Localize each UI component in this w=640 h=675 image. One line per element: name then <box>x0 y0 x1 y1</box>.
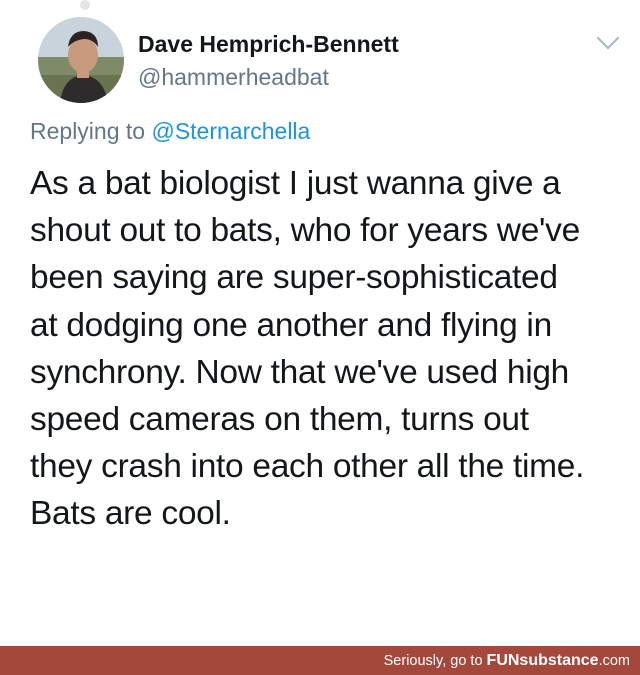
tweet-text: As a bat biologist I just wanna give a s… <box>30 160 630 538</box>
decorative-dot <box>80 0 90 10</box>
user-handle[interactable]: @hammerheadbat <box>138 64 329 91</box>
chevron-down-icon[interactable] <box>596 35 620 51</box>
replying-to-label: Replying to <box>30 118 152 144</box>
watermark-bar: Seriously, go to FUNsubstance.com <box>0 646 640 675</box>
tweet-text-line: As a bat biologist I just wanna give a <box>30 165 561 202</box>
reply-mention-link[interactable]: @Sternarchella <box>151 118 310 144</box>
tweet-text-line: Bats are cool. <box>30 495 231 533</box>
tweet-text-line: synchrony. Now that we've used high <box>30 353 570 391</box>
watermark-brand: FUNsubstance <box>486 652 599 669</box>
watermark-prefix: Seriously, go to <box>383 653 487 669</box>
tweet-text-line: at dodging one another and flying in <box>30 306 552 344</box>
watermark-suffix: .com <box>598 653 630 669</box>
tweet-text-line: shout out to bats, who for years we've <box>30 212 580 250</box>
display-name[interactable]: Dave Hemprich-Bennett <box>138 31 399 58</box>
tweet-text-line: they crash into each other all the time. <box>30 448 585 486</box>
tweet-header: Dave Hemprich-Bennett @hammerheadbat <box>38 17 620 109</box>
watermark-text[interactable]: Seriously, go to FUNsubstance.com <box>384 652 630 670</box>
tweet-text-line: speed cameras on them, turns out <box>30 401 529 439</box>
replying-to: Replying to @Sternarchella <box>30 118 310 145</box>
avatar-photo <box>38 17 124 103</box>
tweet-screenshot: Dave Hemprich-Bennett @hammerheadbat Rep… <box>0 0 640 675</box>
tweet-text-line: been saying are super-sophisticated <box>30 259 558 297</box>
avatar[interactable] <box>38 17 124 103</box>
